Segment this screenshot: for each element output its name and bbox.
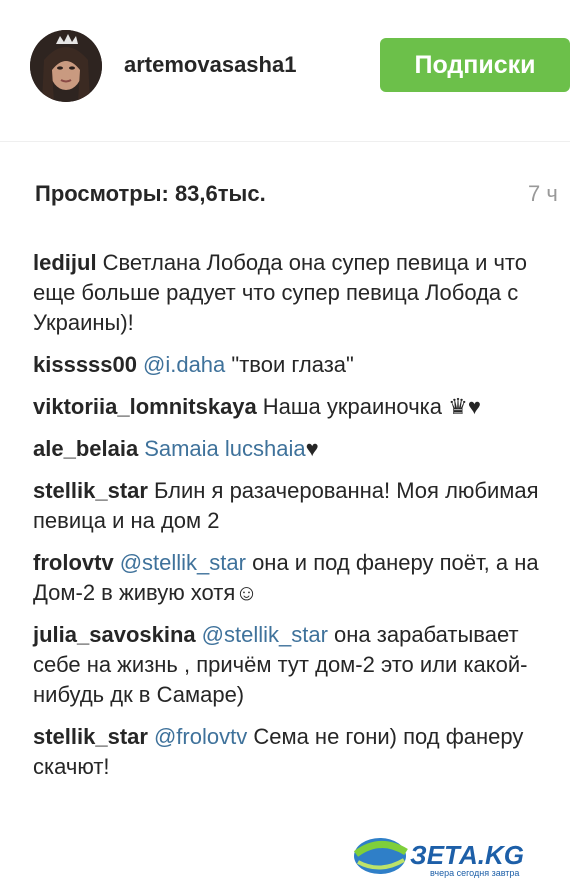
comment-item: ledijul Светлана Лобода она супер певица … [33,248,553,338]
comment-item: ale_belaia Samaia lucshaia♥ [33,434,553,464]
comment-username[interactable]: viktoriia_lomnitskaya [33,394,257,419]
comment-mention[interactable]: Samaia lucshaia [144,436,305,461]
comment-item: stellik_star Блин я разачерованна! Моя лю… [33,476,553,536]
comment-text: Светлана Лобода она супер певица и что е… [33,250,527,335]
comment-item: frolovtv @stellik_star она и под фанеру п… [33,548,553,608]
comment-mention[interactable]: @stellik_star [120,550,246,575]
comment-item: kisssss00 @i.daha "твои глаза" [33,350,553,380]
globe-icon [353,838,408,874]
follow-button[interactable]: Подписки [380,38,570,92]
comment-username[interactable]: julia_savoskina [33,622,196,647]
comment-text: "твои глаза" [225,352,354,377]
comment-username[interactable]: ale_belaia [33,436,138,461]
comment-username[interactable]: stellik_star [33,478,148,503]
comment-username[interactable]: frolovtv [33,550,114,575]
comment-text: Наша украиночка ♛♥ [262,394,481,419]
avatar[interactable] [30,30,102,102]
comments-list: ledijul Светлана Лобода она супер певица … [33,248,553,794]
comment-mention[interactable]: @frolovtv [154,724,247,749]
comment-mention[interactable]: @stellik_star [202,622,328,647]
divider [0,141,570,142]
watermark-text: ЗЕТА.KG [410,840,524,870]
comment-mention[interactable]: @i.daha [143,352,225,377]
comment-username[interactable]: kisssss00 [33,352,137,377]
avatar-photo-icon [30,30,102,102]
comment-item: viktoriia_lomnitskaya Наша украиночка ♛♥ [33,392,553,422]
username[interactable]: artemovasasha1 [124,52,296,78]
post-time[interactable]: 7 ч [528,181,558,207]
views-count: Просмотры: 83,6тыс. [35,181,266,206]
comment-text: ♥ [305,436,319,461]
watermark-logo: ЗЕТА.KG вчера сегодня завтра [350,826,565,884]
comment-username[interactable]: stellik_star [33,724,148,749]
comment-item: julia_savoskina @stellik_star она зарабат… [33,620,553,710]
post-header: artemovasasha1 Подписки [0,0,570,140]
watermark-subtitle: вчера сегодня завтра [430,868,520,878]
comment-username[interactable]: ledijul [33,250,97,275]
comment-item: stellik_star @frolovtv Сема не гони) под … [33,722,553,782]
